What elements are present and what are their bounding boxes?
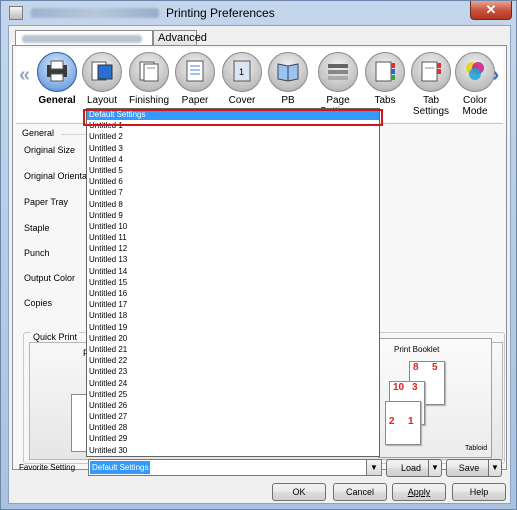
- favorite-option[interactable]: Untitled 12: [87, 243, 379, 254]
- tool-tabs[interactable]: Tabs: [362, 52, 408, 106]
- tabs-icon: [365, 52, 405, 92]
- favorite-setting-label: Favorite Setting: [19, 463, 76, 472]
- favorite-option[interactable]: Untitled 19: [87, 322, 379, 333]
- save-dropdown-icon[interactable]: ▼: [488, 459, 502, 477]
- apply-button[interactable]: Apply: [392, 483, 446, 501]
- favorite-option[interactable]: Untitled 5: [87, 165, 379, 176]
- favorite-setting-list[interactable]: Default Settings Untitled 1 Untitled 2 Unti…: [86, 108, 380, 457]
- favorite-option[interactable]: Untitled 28: [87, 422, 379, 433]
- favorite-option[interactable]: Untitled 22: [87, 355, 379, 366]
- close-button[interactable]: ✕: [470, 1, 512, 20]
- tool-finishing[interactable]: Finishing: [126, 52, 172, 106]
- tabloid-label: Tabloid: [465, 445, 488, 452]
- highlight-box: [83, 109, 383, 126]
- tab-advanced[interactable]: Advanced: [153, 30, 207, 46]
- pb-icon: [268, 52, 308, 92]
- favorite-option[interactable]: Untitled 17: [87, 299, 379, 310]
- favorite-setting-combo[interactable]: Default Settings ▼: [88, 459, 382, 476]
- finishing-icon: [129, 52, 169, 92]
- favorite-option[interactable]: Untitled 6: [87, 176, 379, 187]
- favorite-option[interactable]: Untitled 9: [87, 210, 379, 221]
- favorite-option[interactable]: Untitled 15: [87, 277, 379, 288]
- save-button[interactable]: Save: [446, 459, 492, 477]
- page-number: 3: [412, 382, 418, 393]
- original-size-label: Original Size: [24, 145, 76, 155]
- tab-settings-icon: [411, 52, 451, 92]
- favorite-option[interactable]: Untitled 27: [87, 411, 379, 422]
- svg-text:1: 1: [239, 67, 244, 77]
- tool-cover[interactable]: 1 Cover: [219, 52, 265, 106]
- favorite-option[interactable]: Untitled 3: [87, 143, 379, 154]
- booklet-page: 21: [385, 401, 421, 445]
- favorite-selected-value: Default Settings: [90, 461, 151, 474]
- page-number: 1: [408, 416, 414, 427]
- favorite-option[interactable]: Untitled 29: [87, 433, 379, 444]
- tool-label: General: [38, 95, 76, 106]
- help-button[interactable]: Help: [452, 483, 506, 501]
- favorite-option[interactable]: Untitled 11: [87, 232, 379, 243]
- favorite-option[interactable]: Untitled 18: [87, 310, 379, 321]
- favorite-option[interactable]: Untitled 25: [87, 389, 379, 400]
- general-icon: [37, 52, 77, 92]
- paper-icon: [175, 52, 215, 92]
- tool-layout[interactable]: Layout: [79, 52, 125, 106]
- quick-print-label: Quick Print: [31, 332, 80, 342]
- printer-app-icon: [9, 6, 23, 20]
- tool-label: Cover: [228, 95, 256, 106]
- favorite-option[interactable]: Untitled 4: [87, 154, 379, 165]
- copies-label: Copies: [24, 298, 53, 308]
- page-number: 10: [393, 382, 405, 393]
- favorite-option[interactable]: Untitled 26: [87, 400, 379, 411]
- favorite-option[interactable]: Untitled 8: [87, 199, 379, 210]
- tool-pb[interactable]: PB: [265, 52, 311, 106]
- paper-tray-label: Paper Tray: [24, 197, 69, 207]
- layout-icon: [82, 52, 122, 92]
- tool-color-mode[interactable]: Color Mode: [452, 52, 498, 117]
- favorite-option[interactable]: Untitled 21: [87, 344, 379, 355]
- color-mode-icon: [455, 52, 495, 92]
- tool-label: Color Mode: [462, 95, 488, 117]
- window-title: Printing Preferences: [166, 6, 275, 20]
- tool-label: Paper: [181, 95, 209, 106]
- blurred-tab-label: [22, 35, 142, 43]
- tool-label: PB: [281, 95, 295, 106]
- page-number: 2: [389, 416, 395, 427]
- ok-button[interactable]: OK: [272, 483, 326, 501]
- page-number: 8: [413, 362, 419, 373]
- cancel-button[interactable]: Cancel: [333, 483, 387, 501]
- favorite-option[interactable]: Untitled 14: [87, 266, 379, 277]
- print-booklet-label: Print Booklet: [394, 345, 440, 354]
- favorite-option[interactable]: Untitled 24: [87, 378, 379, 389]
- staple-label: Staple: [24, 223, 50, 233]
- output-color-label: Output Color: [24, 273, 76, 283]
- favorite-option[interactable]: Untitled 10: [87, 221, 379, 232]
- page-settings-icon: [318, 52, 358, 92]
- load-dropdown-icon[interactable]: ▼: [428, 459, 442, 477]
- print-booklet-option[interactable]: Print Booklet 85 10 3 21 Tabloid: [378, 338, 492, 458]
- cover-icon: 1: [222, 52, 262, 92]
- favorite-option[interactable]: Untitled 13: [87, 254, 379, 265]
- favorite-option[interactable]: Untitled 7: [87, 187, 379, 198]
- tool-label: Tabs: [374, 95, 396, 106]
- favorite-option[interactable]: Untitled 2: [87, 131, 379, 142]
- blurred-printer-name: [31, 8, 159, 18]
- tool-paper[interactable]: Paper: [172, 52, 218, 106]
- favorite-option[interactable]: Untitled 16: [87, 288, 379, 299]
- scroll-left-icon[interactable]: «: [19, 64, 30, 87]
- favorite-option[interactable]: Untitled 30: [87, 445, 379, 456]
- tool-general[interactable]: General: [34, 52, 80, 106]
- tool-label: Tab Settings: [412, 95, 450, 117]
- favorite-option[interactable]: Untitled 23: [87, 366, 379, 377]
- tool-label: Layout: [86, 95, 118, 106]
- tool-tab-settings[interactable]: Tab Settings: [408, 52, 454, 117]
- favorite-option[interactable]: Untitled 20: [87, 333, 379, 344]
- tab-printer-specific[interactable]: [15, 30, 153, 46]
- general-group-label: General: [22, 128, 55, 138]
- punch-label: Punch: [24, 248, 50, 258]
- page-number: 5: [432, 362, 438, 373]
- chevron-down-icon[interactable]: ▼: [366, 460, 381, 475]
- tool-label: Finishing: [128, 95, 170, 106]
- title-bar[interactable]: Printing Preferences ✕: [1, 1, 516, 25]
